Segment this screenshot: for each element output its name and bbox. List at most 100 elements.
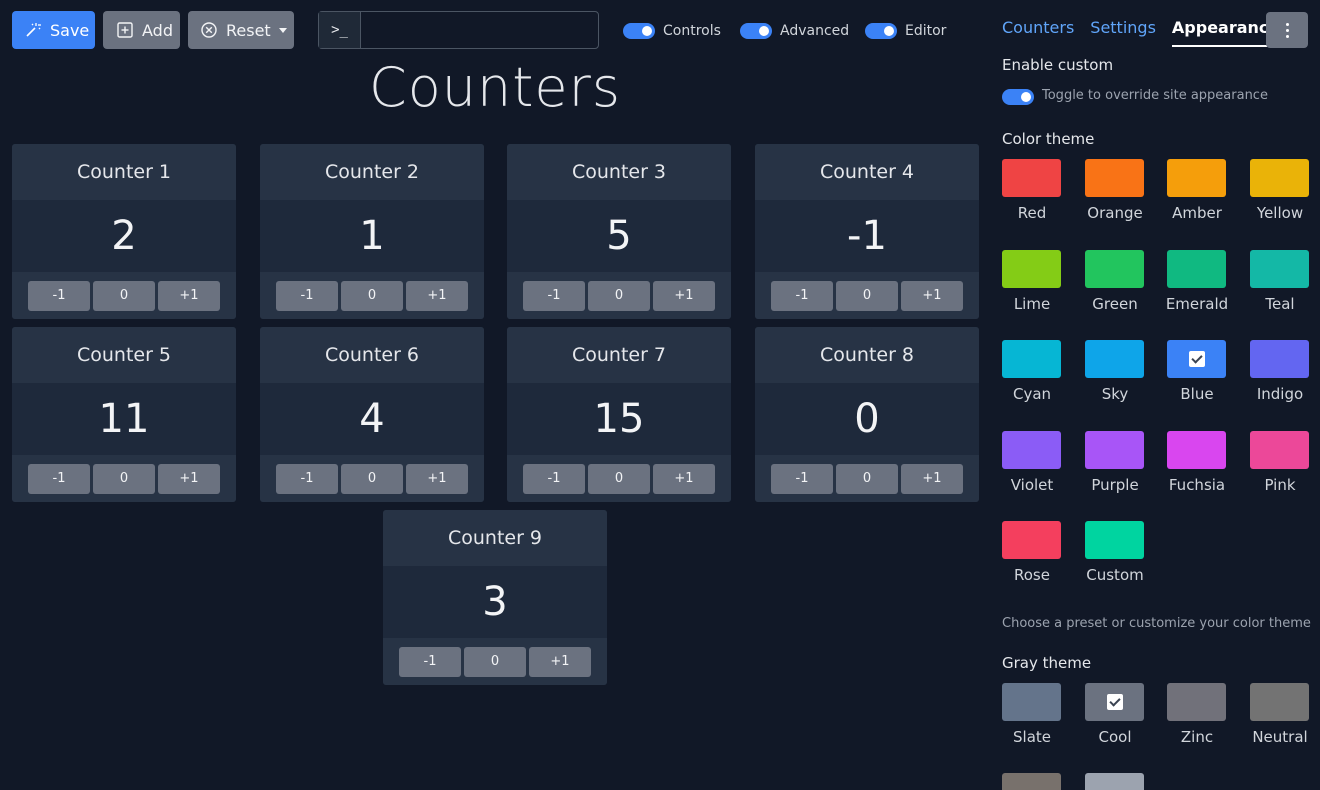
reset-zero-button[interactable]: 0 xyxy=(588,280,650,311)
counter-controls: -1 0 +1 xyxy=(507,455,731,502)
color-swatch[interactable] xyxy=(1002,159,1061,197)
toggle-controls[interactable]: Controls xyxy=(623,20,721,42)
color-swatch-label: Cyan xyxy=(1012,385,1052,403)
color-swatch-label: Lime xyxy=(1013,294,1051,313)
page-title: Counters xyxy=(369,56,621,119)
tab-appearance[interactable]: Appearance xyxy=(1171,18,1280,47)
color-swatch[interactable] xyxy=(1167,249,1226,288)
color-swatch[interactable] xyxy=(1250,340,1309,378)
color-swatch-label: Indigo xyxy=(1256,385,1304,403)
editor-switch[interactable] xyxy=(865,23,897,39)
counter-name: Counter 6 xyxy=(260,327,484,383)
enable-custom-switch[interactable] xyxy=(1002,89,1034,105)
color-swatch[interactable] xyxy=(1167,430,1226,469)
reset-zero-button[interactable]: 0 xyxy=(588,463,650,494)
increment-button[interactable]: +1 xyxy=(158,280,220,311)
reset-zero-button[interactable]: 0 xyxy=(93,280,155,311)
reset-zero-button[interactable]: 0 xyxy=(836,463,898,494)
increment-button[interactable]: +1 xyxy=(901,463,963,494)
color-swatch-label: Green xyxy=(1092,294,1138,313)
color-swatch-label: Red xyxy=(1017,204,1047,222)
reset-zero-button[interactable]: 0 xyxy=(836,280,898,311)
decrement-button[interactable]: -1 xyxy=(523,280,585,311)
command-input[interactable] xyxy=(361,12,598,48)
add-button[interactable]: Add xyxy=(103,11,180,49)
increment-button[interactable]: +1 xyxy=(406,280,468,311)
gray-swatch[interactable] xyxy=(1085,773,1144,790)
color-swatch[interactable] xyxy=(1250,249,1309,288)
enable-custom-label: Enable custom xyxy=(1002,56,1114,74)
increment-button[interactable]: +1 xyxy=(406,463,468,494)
counter-card: Counter 5 11 -1 0 +1 xyxy=(12,327,236,502)
gray-theme-label: Gray theme xyxy=(1002,654,1092,672)
decrement-button[interactable]: -1 xyxy=(771,463,833,494)
color-swatch[interactable] xyxy=(1085,430,1144,469)
color-swatch[interactable] xyxy=(1002,521,1061,559)
decrement-button[interactable]: -1 xyxy=(523,463,585,494)
more-options-icon[interactable] xyxy=(1266,12,1308,48)
decrement-button[interactable]: -1 xyxy=(28,463,90,494)
color-swatch[interactable] xyxy=(1250,159,1309,197)
color-swatch[interactable] xyxy=(1085,340,1144,378)
decrement-button[interactable]: -1 xyxy=(276,280,338,311)
toggle-hint: Toggle to override site appearance xyxy=(1042,88,1268,103)
color-swatch-label: Custom xyxy=(1086,566,1144,584)
counter-card: Counter 8 0 -1 0 +1 xyxy=(755,327,979,502)
counter-value: 2 xyxy=(111,213,137,259)
color-swatch[interactable] xyxy=(1250,430,1309,469)
color-swatch-label: Violet xyxy=(1010,475,1054,494)
increment-button[interactable]: +1 xyxy=(653,280,715,311)
increment-button[interactable]: +1 xyxy=(529,646,591,677)
color-swatch-label: Orange xyxy=(1087,204,1143,222)
toggle-advanced[interactable]: Advanced xyxy=(740,20,849,42)
counter-value: -1 xyxy=(847,213,887,259)
gray-swatch[interactable] xyxy=(1167,683,1226,721)
color-swatch[interactable] xyxy=(1002,430,1061,469)
reset-zero-button[interactable]: 0 xyxy=(93,463,155,494)
reset-zero-button[interactable]: 0 xyxy=(464,646,526,677)
gray-swatch[interactable] xyxy=(1002,773,1061,790)
counter-value: 0 xyxy=(854,396,880,442)
reset-zero-button[interactable]: 0 xyxy=(341,463,403,494)
toggle-editor[interactable]: Editor xyxy=(865,20,946,42)
color-swatch-label: Purple xyxy=(1091,475,1139,494)
x-circle-icon xyxy=(200,21,218,39)
color-swatch[interactable] xyxy=(1167,159,1226,197)
reset-button[interactable]: Reset xyxy=(188,11,294,49)
gray-swatch[interactable] xyxy=(1085,683,1144,721)
gray-swatch-label: Zinc xyxy=(1180,728,1214,746)
decrement-button[interactable]: -1 xyxy=(771,280,833,311)
increment-button[interactable]: +1 xyxy=(653,463,715,494)
counter-controls: -1 0 +1 xyxy=(12,455,236,502)
controls-switch[interactable] xyxy=(623,23,655,39)
save-button[interactable]: Save xyxy=(12,11,95,49)
color-swatch[interactable] xyxy=(1002,340,1061,378)
color-swatch[interactable] xyxy=(1002,249,1061,288)
color-swatch[interactable] xyxy=(1085,249,1144,288)
gray-swatch-label: Slate xyxy=(1013,728,1051,746)
tab-counters[interactable]: Counters xyxy=(1002,18,1074,47)
color-swatch[interactable] xyxy=(1085,159,1144,197)
decrement-button[interactable]: -1 xyxy=(276,463,338,494)
counter-value: 15 xyxy=(593,396,645,442)
counter-controls: -1 0 +1 xyxy=(755,272,979,319)
magic-wand-icon xyxy=(24,21,42,39)
color-swatch[interactable] xyxy=(1085,521,1144,559)
checkmark-icon xyxy=(1106,694,1123,710)
color-swatch[interactable] xyxy=(1167,340,1226,378)
counter-card: Counter 1 2 -1 0 +1 xyxy=(12,144,236,319)
increment-button[interactable]: +1 xyxy=(901,280,963,311)
counter-name: Counter 3 xyxy=(507,144,731,200)
counter-card: Counter 9 3 -1 0 +1 xyxy=(383,510,607,685)
panel-tabs: Counters Settings Appearance xyxy=(1002,18,1280,47)
advanced-switch[interactable] xyxy=(740,23,772,39)
reset-zero-button[interactable]: 0 xyxy=(341,280,403,311)
increment-button[interactable]: +1 xyxy=(158,463,220,494)
gray-swatch[interactable] xyxy=(1250,683,1309,721)
counter-name: Counter 7 xyxy=(507,327,731,383)
decrement-button[interactable]: -1 xyxy=(399,646,461,677)
gray-swatch[interactable] xyxy=(1002,683,1061,721)
decrement-button[interactable]: -1 xyxy=(28,280,90,311)
counter-controls: -1 0 +1 xyxy=(260,455,484,502)
tab-settings[interactable]: Settings xyxy=(1090,18,1156,47)
